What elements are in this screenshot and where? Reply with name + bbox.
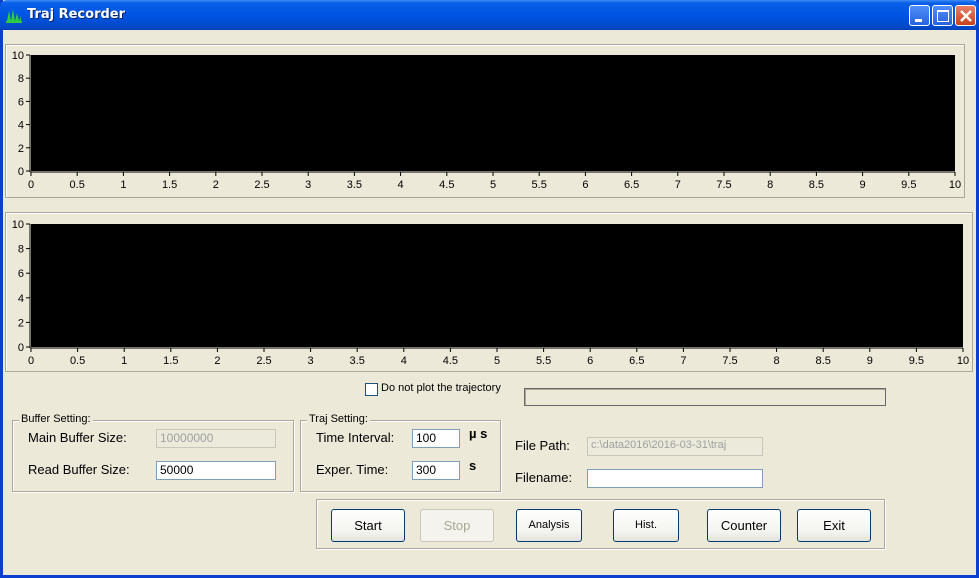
read-buffer-field[interactable]: 50000 [156, 461, 276, 480]
no-plot-label: Do not plot the trajectory [381, 382, 501, 394]
plot-1-x-tick-label: 8.5 [809, 179, 824, 191]
plot-2-canvas: 0 0.5 1 1.5 2 2.5 3 3.5 4 4.5 5 5.5 6 6.5 7 7.5 8 8.5 9 9.5… [12, 219, 969, 367]
plot-1-x-tick-label: 0.5 [70, 179, 85, 191]
action-button-group: Start Stop Analysis Hist. Counter Exit [316, 499, 885, 549]
main-buffer-field: 10000000 [156, 429, 276, 448]
plot-2-x-tick-label: 0.5 [70, 355, 85, 367]
plot-1-x-tick-label: 10 [949, 179, 961, 191]
maximize-button[interactable] [932, 5, 953, 26]
buffer-setting-group: Buffer Setting: Main Buffer Size: 100000… [12, 413, 294, 492]
plot-1-y-tick-label: 10 [12, 50, 24, 62]
plot-2-y-tick-label: 6 [18, 268, 24, 280]
app-icon [6, 9, 22, 23]
plot-1-x-tick-label: 6.5 [624, 179, 639, 191]
plot-1-y-tick-label: 8 [18, 73, 24, 85]
plot-1-x-tick-label: 9.5 [901, 179, 916, 191]
no-plot-checkbox[interactable] [365, 383, 378, 396]
plot-2-x-tick-label: 4 [401, 355, 407, 367]
plot-1-x-tick-label: 8 [767, 179, 773, 191]
traj-setting-title: Traj Setting: [307, 413, 370, 425]
counter-button[interactable]: Counter [707, 509, 781, 542]
plot-1-x-tick-label: 2 [213, 179, 219, 191]
plot-1-canvas: 0 0.5 1 1.5 2 2.5 3 3.5 4 4.5 5 5.5 6 6.5 7 7.5 8 8.5 9 9.5… [12, 50, 961, 191]
close-icon [960, 10, 972, 22]
plot-2-x-tick-label: 10 [957, 355, 969, 367]
plot-1-x-tick-label: 7 [675, 179, 681, 191]
plot-2-x-tick-label: 3 [308, 355, 314, 367]
plot-2-x-tick-label: 1.5 [163, 355, 178, 367]
hist-button[interactable]: Hist. [613, 509, 679, 542]
plot-1-x-tick-label: 3 [305, 179, 311, 191]
minimize-button[interactable] [909, 5, 930, 26]
plot-2-x-tick-label: 6.5 [629, 355, 644, 367]
plot-1-y-tick-label: 4 [18, 120, 24, 132]
plot-2-x-tick-label: 9.5 [909, 355, 924, 367]
read-buffer-label: Read Buffer Size: [28, 462, 130, 477]
time-interval-field[interactable]: 100 [412, 429, 460, 448]
plot-2-x-tick-label: 2 [214, 355, 220, 367]
plot-1-x-tick-label: 1.5 [162, 179, 177, 191]
file-path-label: File Path: [515, 438, 570, 453]
plot-2-x-tick-label: 5 [494, 355, 500, 367]
plot-1-x-tick-label: 4 [398, 179, 404, 191]
plot-1-x-tick-label: 3.5 [347, 179, 362, 191]
exper-time-label: Exper. Time: [316, 462, 389, 477]
plot-2-x-tick-label: 4.5 [443, 355, 458, 367]
traj-setting-group: Traj Setting: Time Interval: 100 µ s Exp… [300, 413, 501, 492]
plot-1-area [31, 55, 955, 171]
plot-2-x-tick-label: 7 [680, 355, 686, 367]
window-title: Traj Recorder [27, 7, 126, 22]
plot-2-x-tick-label: 5.5 [536, 355, 551, 367]
plot-2-y-tick-label: 10 [12, 219, 24, 231]
analysis-button[interactable]: Analysis [516, 509, 582, 542]
exit-button[interactable]: Exit [797, 509, 871, 542]
file-path-field: c:\data2016\2016-03-31\traj [587, 437, 763, 456]
time-interval-unit: µ s [469, 426, 488, 441]
plot-1-x-tick-label: 4.5 [439, 179, 454, 191]
stop-button[interactable]: Stop [420, 509, 494, 542]
plot-1-x-tick-label: 7.5 [716, 179, 731, 191]
plot-2-x-tick-label: 9 [867, 355, 873, 367]
main-window: Traj Recorder 0 0.5 1 1.5 2 2.5 3 3.5 4 4.5 5 5.5 6 6… [0, 0, 979, 578]
filename-label: Filename: [515, 470, 573, 485]
plot-1-x-tick-label: 0 [28, 179, 34, 191]
trajectory-plot-1: 0 0.5 1 1.5 2 2.5 3 3.5 4 4.5 5 5.5 6 6.5 7 7.5 8 8.5 9 9.5… [5, 44, 965, 198]
plot-1-y-tick-label: 6 [18, 96, 24, 108]
plot-2-area [31, 224, 963, 347]
minimize-icon [915, 19, 922, 22]
plot-1-x-tick-label: 5 [490, 179, 496, 191]
trajectory-plot-2: 0 0.5 1 1.5 2 2.5 3 3.5 4 4.5 5 5.5 6 6.5 7 7.5 8 8.5 9 9.5… [5, 212, 973, 372]
plot-1-x-tick-label: 1 [120, 179, 126, 191]
buffer-setting-title: Buffer Setting: [19, 413, 93, 425]
plot-2-y-tick-label: 2 [18, 317, 24, 329]
progress-bar [524, 388, 886, 406]
plot-1-y-tick-label: 2 [18, 143, 24, 155]
title-bar[interactable]: Traj Recorder [0, 0, 979, 30]
plot-1-x-tick-label: 2.5 [254, 179, 269, 191]
filename-field[interactable] [587, 469, 763, 488]
plot-2-x-tick-label: 8 [774, 355, 780, 367]
close-button[interactable] [955, 5, 976, 26]
plot-2-x-tick-label: 8.5 [816, 355, 831, 367]
plot-2-x-tick-label: 6 [587, 355, 593, 367]
plot-2-x-tick-label: 0 [28, 355, 34, 367]
plot-1-x-tick-label: 5.5 [532, 179, 547, 191]
plot-2-y-tick-label: 0 [18, 342, 24, 354]
time-interval-label: Time Interval: [316, 430, 395, 445]
plot-2-x-tick-label: 7.5 [722, 355, 737, 367]
maximize-icon [937, 10, 949, 22]
main-buffer-label: Main Buffer Size: [28, 430, 127, 445]
plot-1-x-tick-label: 9 [860, 179, 866, 191]
exper-time-unit: s [469, 458, 477, 473]
plot-2-x-tick-label: 3.5 [350, 355, 365, 367]
plot-2-y-tick-label: 4 [18, 293, 24, 305]
plot-1-x-tick-label: 6 [582, 179, 588, 191]
plot-1-y-tick-label: 0 [18, 166, 24, 178]
exper-time-field[interactable]: 300 [412, 461, 460, 480]
plot-2-x-tick-label: 2.5 [256, 355, 271, 367]
start-button[interactable]: Start [331, 509, 405, 542]
plot-2-x-tick-label: 1 [121, 355, 127, 367]
plot-2-y-tick-label: 8 [18, 244, 24, 256]
